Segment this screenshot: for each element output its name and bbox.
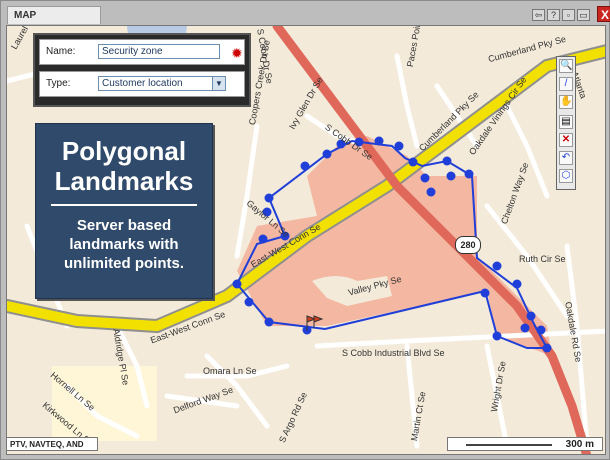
copyright-label: PTV, NAVTEQ, AND [6,437,98,451]
map-tab[interactable]: MAP [7,6,101,24]
promo-title-line1: Polygonal [61,136,187,166]
street-label: Omara Ln Se [203,366,257,376]
name-label: Name: [46,46,76,57]
delete-icon[interactable]: ✕ [559,133,573,147]
scale-line [466,444,552,446]
hand-icon[interactable]: ✋ [559,95,573,109]
scale-label: 300 m [565,439,594,450]
scale-bar: 300 m [447,437,603,451]
promo-title-line2: Landmarks [54,166,194,196]
street-label: Ruth Cir Se [519,254,566,264]
clipboard-icon[interactable]: ▤ [559,115,573,129]
title-bar: MAP ⇦ ? ▫ ▭ X [5,6,610,24]
promo-body: Server based landmarks with unlimited po… [64,217,184,272]
chevron-down-icon[interactable]: ▼ [212,76,226,91]
street-label: S Cobb Industrial Blvd Se [342,348,445,358]
help-icon[interactable]: ? [547,9,560,21]
promo-divider [51,204,197,206]
landmark-form: Name: Security zone ✹ Type: Customer loc… [33,33,251,107]
name-input[interactable]: Security zone [98,44,220,59]
name-row: Name: Security zone [39,39,245,65]
promo-box: Polygonal Landmarks Server based landmar… [35,123,213,299]
map-window: MAP ⇦ ? ▫ ▭ X 280 S Cobb Dr Se Cumberlan… [0,0,610,460]
type-select[interactable]: Customer location [98,76,226,91]
type-label: Type: [46,78,71,89]
minimize-icon[interactable]: ▫ [562,9,575,21]
zoom-icon[interactable]: 🔍 [559,59,573,73]
polygon-icon[interactable]: ⬡ [559,169,573,183]
highway-shield: 280 [455,236,481,254]
pen-icon[interactable]: / [559,77,573,91]
color-marker-icon[interactable]: ✹ [231,46,245,60]
restore-icon[interactable]: ⇦ [532,9,545,21]
type-row: Type: Customer location ▼ [39,71,245,97]
close-button[interactable]: X [597,6,610,22]
maximize-icon[interactable]: ▭ [577,9,590,21]
undo-icon[interactable]: ↶ [559,151,573,165]
map-toolbar: 🔍 / ✋ ▤ ✕ ↶ ⬡ [556,56,576,190]
